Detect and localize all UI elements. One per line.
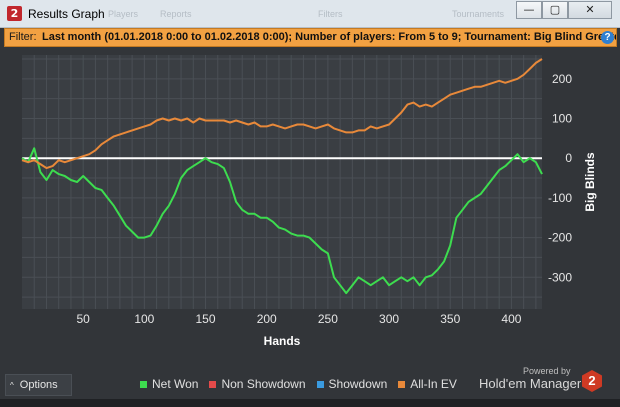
taskbar-strip: [0, 399, 620, 407]
powered-by-text: Powered by: [523, 366, 571, 376]
x-axis-label: Hands: [264, 334, 301, 348]
legend-label: Non Showdown: [221, 377, 306, 391]
chart-legend: Net Won Non Showdown Showdown All-In EV: [140, 376, 468, 392]
legend-swatch: [209, 380, 217, 388]
x-tick-label: 250: [318, 312, 338, 326]
legend-item-net-won[interactable]: Net Won: [140, 377, 198, 391]
filter-label: Filter:: [9, 31, 37, 43]
x-tick-label: 100: [134, 312, 154, 326]
x-tick-label: 350: [440, 312, 460, 326]
ghost-menu-tournaments: Tournaments: [452, 9, 505, 19]
plot-area: [22, 55, 542, 309]
options-label: Options: [19, 379, 58, 391]
ghost-menu-reports: Reports: [160, 9, 192, 19]
y-tick-label: 100: [552, 112, 572, 126]
results-chart[interactable]: 50 100 150 200 250 300 350 400 200 100 0 -100 -200 -…: [0, 47, 620, 365]
y-tick-label: -300: [548, 270, 572, 284]
maximize-button[interactable]: ▢: [542, 1, 568, 19]
y-axis-label: Big Blinds: [583, 152, 597, 212]
y-tick-label: 200: [552, 72, 572, 86]
x-tick-label: 300: [379, 312, 399, 326]
window-title: Results Graph: [28, 7, 105, 21]
y-tick-label: 0: [565, 151, 572, 165]
filter-bar[interactable]: Filter: Last month (01.01.2018 0:00 to 0…: [4, 28, 617, 47]
filter-text: Last month (01.01.2018 0:00 to 01.02.201…: [42, 31, 617, 43]
y-tick-label: -100: [548, 191, 572, 205]
brand-name: Hold'em Manager: [479, 376, 582, 391]
brand-logo-icon: 2: [582, 370, 602, 392]
close-button[interactable]: ✕: [568, 1, 612, 19]
x-tick-label: 50: [76, 312, 90, 326]
ghost-menu-filters: Filters: [318, 9, 343, 19]
legend-label: Showdown: [328, 377, 388, 391]
legend-swatch: [316, 380, 324, 388]
x-tick-label: 150: [196, 312, 216, 326]
chevron-up-icon: ^: [10, 381, 14, 390]
info-icon[interactable]: ?: [601, 31, 614, 44]
legend-swatch: [140, 380, 147, 388]
minimize-button[interactable]: —: [516, 1, 542, 19]
legend-item-showdown[interactable]: Showdown: [316, 377, 388, 391]
legend-swatch: [398, 380, 406, 388]
legend-item-non-showdown[interactable]: Non Showdown: [209, 377, 306, 391]
y-tick-label: -200: [548, 231, 572, 245]
options-button[interactable]: ^ Options: [5, 374, 72, 396]
results-graph-window: 2 Results Graph Players Reports Filters …: [0, 0, 620, 407]
legend-item-all-in-ev[interactable]: All-In EV: [398, 377, 457, 391]
title-bar[interactable]: 2 Results Graph Players Reports Filters …: [0, 0, 620, 28]
app-logo-icon: 2: [7, 6, 22, 21]
x-tick-label: 200: [257, 312, 277, 326]
legend-label: All-In EV: [410, 377, 457, 391]
ghost-menu-players: Players: [108, 9, 139, 19]
legend-label: Net Won: [152, 377, 199, 391]
x-tick-label: 400: [501, 312, 521, 326]
